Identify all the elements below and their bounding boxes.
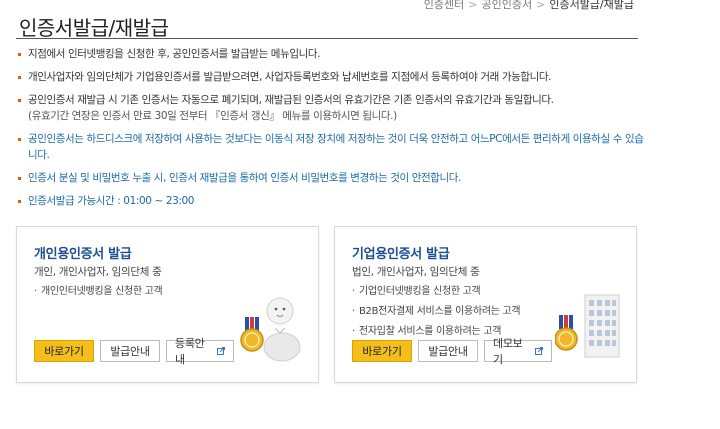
business-cert-card: 기업용인증서 발급 법인, 개인사업자, 임의단체 중 기업인터넷뱅킹을 신청한… (334, 226, 637, 383)
notice-subtext: (유효기간 연장은 인증서 만료 30일 전부터 『인증서 갱신』 메뉴를 이용… (28, 110, 397, 122)
personal-card-bullets: 개인인터넷뱅킹을 신청한 고객 (34, 282, 163, 302)
person-medal-icon (240, 297, 301, 362)
notice-item: 공인인증서 재발급 시 기존 인증서는 자동으로 폐기되며, 재발급된 인증서의… (18, 92, 648, 124)
breadcrumb: 인증센터 > 공인인증서 > 인증서발급/재발급 (424, 0, 634, 12)
list-item: B2B전자결제 서비스를 이용하려는 고객 (352, 302, 521, 322)
external-link-icon (535, 347, 543, 355)
personal-cert-card: 개인용인증서 발급 개인, 개인사업자, 임의단체 중 개인인터넷뱅킹을 신청한… (16, 226, 319, 383)
notice-item: 공인인증서는 하드디스크에 저장하여 사용하는 것보다는 이동식 저장 장치에 … (18, 131, 648, 163)
notice-item: 인증서발급 가능시간 : 01:00 ~ 23:00 (18, 193, 648, 209)
personal-card-title: 개인용인증서 발급 (34, 247, 132, 262)
business-demo-button[interactable]: 데모보기 (484, 337, 552, 366)
business-card-subtitle: 법인, 개인사업자, 임의단체 중 (352, 266, 480, 278)
business-card-title: 기업용인증서 발급 (352, 247, 450, 262)
page-title: 인증서발급/재발급 (19, 16, 169, 40)
breadcrumb-separator: > (536, 0, 546, 11)
personal-go-button[interactable]: 바로가기 (34, 340, 94, 362)
list-item: 개인인터넷뱅킹을 신청한 고객 (34, 282, 163, 302)
notice-item: 개인사업자와 임의단체가 기업용인증서를 발급받으려면, 사업자등록번호와 납세… (18, 69, 648, 85)
personal-guide-button[interactable]: 발급안내 (100, 340, 160, 362)
notice-list: 지점에서 인터넷뱅킹을 신청한 후, 공인인증서를 발급받는 메뉴입니다. 개인… (18, 46, 648, 216)
breadcrumb-current: 인증서발급/재발급 (549, 0, 634, 11)
breadcrumb-separator: > (468, 0, 478, 11)
breadcrumb-item[interactable]: 인증센터 (424, 0, 464, 11)
notice-item: 지점에서 인터넷뱅킹을 신청한 후, 공인인증서를 발급받는 메뉴입니다. (18, 46, 648, 62)
building-medal-icon (555, 294, 620, 358)
business-go-button[interactable]: 바로가기 (352, 340, 412, 362)
business-guide-button[interactable]: 발급안내 (418, 340, 478, 362)
notice-item: 인증서 분실 및 비밀번호 누출 시, 인증서 재발급을 통하여 인증서 비밀번… (18, 170, 648, 186)
personal-card-subtitle: 개인, 개인사업자, 임의단체 중 (34, 266, 162, 278)
business-card-bullets: 기업인터넷뱅킹을 신청한 고객 B2B전자결제 서비스를 이용하려는 고객 전자… (352, 282, 521, 342)
external-link-icon (217, 347, 225, 355)
breadcrumb-item[interactable]: 공인인증서 (482, 0, 533, 11)
title-divider (16, 38, 638, 39)
personal-register-button[interactable]: 등록안내 (166, 337, 234, 366)
list-item: 기업인터넷뱅킹을 신청한 고객 (352, 282, 520, 302)
register-button-label: 등록안내 (175, 337, 205, 366)
demo-button-label: 데모보기 (493, 337, 523, 366)
